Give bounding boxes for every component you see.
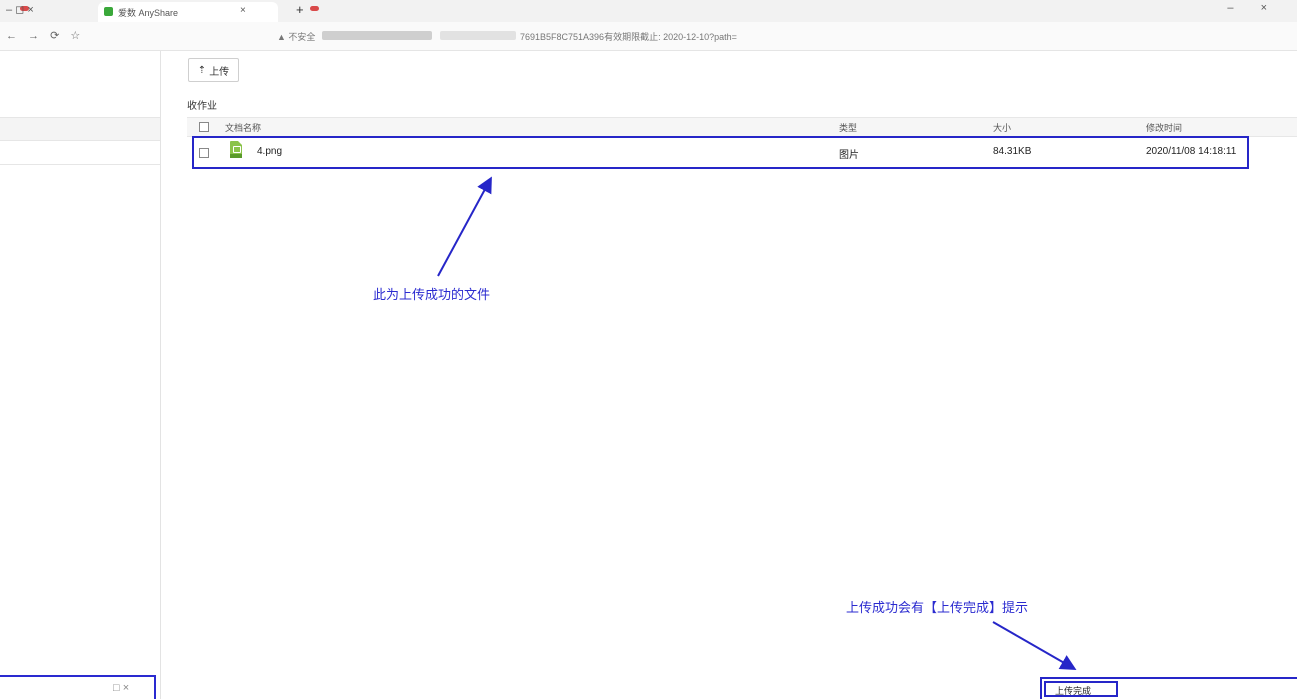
- tab-title: 爱数 AnyShare: [118, 8, 179, 18]
- toast-label: 上传完成: [1044, 681, 1118, 697]
- arrow-to-file-row: [437, 176, 492, 277]
- tab-close-icon[interactable]: ×: [240, 5, 246, 16]
- folder-title: 收作业: [187, 101, 217, 112]
- nav-buttons[interactable]: ← → ⟳ ☆: [6, 29, 84, 42]
- arrow-to-toast: [992, 621, 1077, 670]
- redacted-url-part: [322, 31, 432, 40]
- column-header-type[interactable]: 类型: [839, 121, 857, 134]
- browser-tab[interactable]: 爱数 AnyShare ×: [98, 2, 278, 22]
- new-tab-button[interactable]: +: [296, 2, 304, 17]
- uploaded-file-annotation: 此为上传成功的文件: [373, 287, 491, 302]
- upload-complete-toast: 上传完成: [1040, 677, 1297, 699]
- dialog-controls[interactable]: □ ×: [113, 682, 129, 694]
- sidebar-divider: [0, 164, 160, 165]
- sidebar-item-selected[interactable]: [0, 117, 160, 141]
- column-header-size[interactable]: 大小: [993, 121, 1011, 134]
- anyshare-favicon-icon: [104, 7, 113, 16]
- highlight-box: [192, 136, 1249, 169]
- bottom-dialog: □ ×: [0, 675, 156, 699]
- url-text[interactable]: 7691B5F8C751A396有效期限截止: 2020-12-10?path=: [520, 30, 737, 43]
- upload-button-label: 上传: [209, 66, 230, 78]
- upload-button[interactable]: ⇡ 上传: [188, 58, 239, 82]
- column-header-name[interactable]: 文档名称: [225, 121, 261, 134]
- insecure-label[interactable]: ▲ 不安全: [277, 30, 315, 43]
- toast-annotation: 上传成功会有【上传完成】提示: [846, 600, 1029, 615]
- file-table-header: 文档名称 类型 大小 修改时间: [187, 117, 1297, 137]
- upload-icon: ⇡: [197, 64, 207, 76]
- browser-tab-strip: – ◻ × 爱数 AnyShare × + – ×: [0, 0, 1297, 22]
- left-sidebar: [0, 51, 161, 699]
- address-bar[interactable]: ← → ⟳ ☆ ▲ 不安全 7691B5F8C751A396有效期限截止: 20…: [0, 22, 1297, 51]
- redacted-url-part: [440, 31, 516, 40]
- browser-left-controls[interactable]: – ◻ ×: [6, 3, 34, 16]
- window-controls[interactable]: – ×: [1227, 2, 1279, 14]
- column-header-modified[interactable]: 修改时间: [1146, 121, 1182, 134]
- red-indicator-icon: [310, 6, 319, 11]
- select-all-checkbox[interactable]: [199, 122, 209, 132]
